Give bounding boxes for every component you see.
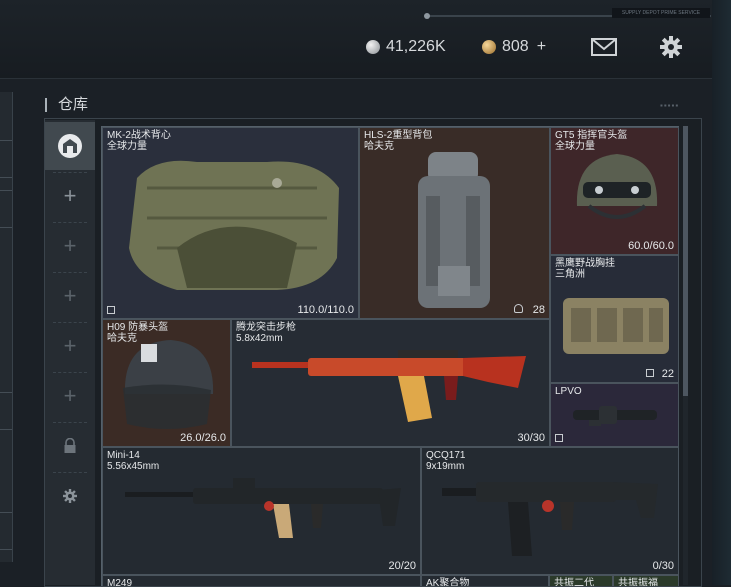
right-edge-background — [712, 0, 731, 585]
chest-rig-image — [563, 298, 669, 354]
left-edge-panel — [0, 92, 13, 562]
capacity-icon — [646, 369, 654, 377]
item-cell-resonance-2[interactable]: 共振二代 — [549, 575, 613, 586]
silver-currency: 41,226K — [366, 36, 446, 58]
add-tab-button[interactable]: + — [45, 372, 95, 420]
gear-icon — [63, 489, 77, 503]
item-name-block: 腾龙突击步枪 5.8x42mm — [236, 322, 296, 344]
smg-image — [442, 482, 658, 556]
item-ammo: 30/30 — [517, 432, 545, 444]
header-divider — [0, 78, 731, 79]
item-cell-h09-helmet[interactable]: H09 防暴头盔 哈夫克 26.0/26.0 — [102, 319, 231, 447]
helmet-image — [576, 154, 658, 219]
vest-image — [129, 160, 339, 290]
warehouse-icon — [58, 134, 82, 158]
item-capacity: 22 — [661, 368, 674, 380]
plus-icon: + — [63, 383, 77, 408]
item-name-block: 黑鹰野战胸挂 三角洲 — [555, 258, 615, 280]
backpack-image — [418, 152, 490, 308]
item-name-block: GT5 指挥官头盔 全球力量 — [555, 130, 628, 152]
item-name: LPVO — [555, 386, 582, 397]
item-cell-resonance-amp[interactable]: 共振振福 — [613, 575, 679, 586]
item-marker-icon — [107, 306, 115, 314]
item-name-block: MK-2战术背心 全球力量 — [107, 130, 171, 152]
plus-icon: + — [63, 233, 77, 258]
lock-icon — [64, 438, 76, 453]
item-cell-blackhawk-rig[interactable]: 黑鹰野战胸挂 三角洲 22 — [550, 255, 679, 383]
warehouse-tab-sidebar: + + + + + — [45, 120, 95, 585]
left-panel-slot[interactable] — [0, 140, 12, 178]
add-tab-button[interactable]: + — [45, 222, 95, 270]
title-dots: ▪▪▪▪▪ — [660, 101, 680, 110]
gold-amount: 808 — [502, 38, 529, 55]
plus-icon: + — [63, 183, 77, 208]
warehouse-title: 仓库 — [45, 95, 88, 115]
item-capacity: 28 — [532, 304, 545, 316]
settings-gear-icon[interactable] — [656, 34, 686, 60]
inventory-scroll-thumb[interactable] — [683, 126, 688, 396]
item-name-block: QCQ171 9x19mm — [426, 450, 466, 472]
silver-coin-icon — [366, 40, 380, 54]
item-ammo: 0/30 — [652, 560, 674, 572]
item-cell-mk2-vest[interactable]: MK-2战术背心 全球力量 110.0/110.0 — [102, 127, 359, 319]
plus-icon: + — [63, 333, 77, 358]
item-cell-qcq171-smg[interactable]: QCQ171 9x19mm 0/30 — [421, 447, 679, 575]
plus-icon: + — [63, 283, 77, 308]
inventory-grid: MK-2战术背心 全球力量 110.0/110.0 HLS-2重型背包 哈夫克 28… — [101, 126, 679, 586]
item-marker-icon — [555, 434, 563, 442]
add-tab-button[interactable]: + — [45, 272, 95, 320]
locked-tab-button[interactable] — [45, 422, 95, 470]
item-ammo: 20/20 — [388, 560, 416, 572]
item-cell-hls2-backpack[interactable]: HLS-2重型背包 哈夫克 28 — [359, 127, 550, 319]
silver-amount: 41,226K — [386, 38, 446, 55]
add-tab-button[interactable]: + — [45, 322, 95, 370]
add-tab-button[interactable]: + — [45, 172, 95, 220]
add-gold-icon[interactable]: + — [537, 38, 546, 56]
scope-image — [573, 406, 657, 426]
item-cell-lpvo-scope[interactable]: LPVO — [550, 383, 679, 447]
capacity-icon — [514, 304, 523, 313]
rifle-image — [252, 350, 526, 422]
item-durability: 110.0/110.0 — [297, 304, 354, 316]
mini14-image — [125, 478, 401, 538]
item-durability: 60.0/60.0 — [628, 240, 674, 252]
left-panel-slot[interactable] — [0, 190, 12, 228]
item-durability: 26.0/26.0 — [180, 432, 226, 444]
top-tag: SUPPLY DEPOT PRIME SERVICE — [612, 8, 710, 18]
item-name-block: H09 防暴头盔 哈夫克 — [107, 322, 169, 344]
mail-icon[interactable] — [589, 34, 619, 60]
item-cell-m249[interactable]: M249 — [102, 575, 421, 586]
item-name-block: HLS-2重型背包 哈夫克 — [364, 130, 433, 152]
item-cell-tenglong-rifle[interactable]: 腾龙突击步枪 5.8x42mm 30/30 — [231, 319, 550, 447]
item-name-block: Mini-14 5.56x45mm — [107, 450, 160, 472]
warehouse-settings-button[interactable] — [45, 472, 95, 520]
item-cell-ak-polymer[interactable]: AK聚合物 — [421, 575, 549, 586]
item-cell-gt5-helmet[interactable]: GT5 指挥官头盔 全球力量 60.0/60.0 — [550, 127, 679, 255]
gold-coin-icon — [482, 40, 496, 54]
left-panel-slot[interactable] — [0, 512, 12, 550]
left-panel-slot[interactable] — [0, 392, 12, 430]
item-cell-mini14-rifle[interactable]: Mini-14 5.56x45mm 20/20 — [102, 447, 421, 575]
gold-currency[interactable]: 808 + — [482, 36, 546, 58]
top-line-dot — [424, 13, 430, 19]
warehouse-tab-main[interactable] — [45, 122, 95, 170]
riot-helmet-image — [123, 340, 214, 429]
